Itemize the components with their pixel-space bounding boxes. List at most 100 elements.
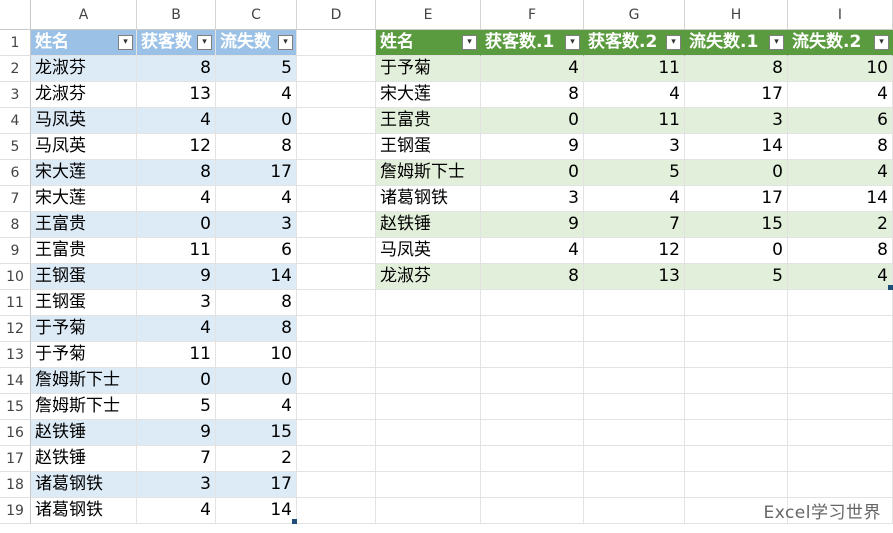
grid-cell[interactable] (481, 342, 584, 368)
table1-data-cell[interactable]: 诸葛钢铁 (31, 498, 137, 524)
table2-data-cell[interactable]: 8 (788, 238, 893, 264)
table1-data-cell[interactable]: 4 (137, 186, 216, 212)
table1-data-cell[interactable]: 宋大莲 (31, 160, 137, 186)
table2-data-cell[interactable]: 王钢蛋 (376, 134, 481, 160)
table2-data-cell[interactable]: 0 (685, 238, 788, 264)
table2-data-cell[interactable]: 11 (584, 108, 685, 134)
column-header-a[interactable]: A (31, 0, 137, 30)
table1-data-cell[interactable]: 4 (137, 108, 216, 134)
column-header-d[interactable]: D (297, 0, 376, 30)
column-header-i[interactable]: I (788, 0, 893, 30)
table1-data-cell[interactable]: 龙淑芬 (31, 56, 137, 82)
row-header-15[interactable]: 15 (0, 394, 31, 420)
dropdown-arrow-icon[interactable]: ▾ (769, 35, 784, 50)
dropdown-arrow-icon[interactable]: ▾ (197, 35, 212, 50)
grid-cell[interactable] (297, 394, 376, 420)
table1-data-cell[interactable]: 11 (137, 342, 216, 368)
grid-cell[interactable] (584, 342, 685, 368)
table1-data-cell[interactable]: 9 (137, 420, 216, 446)
table1-data-cell[interactable]: 9 (137, 264, 216, 290)
grid-cell[interactable] (297, 134, 376, 160)
table1-data-cell[interactable]: 2 (216, 446, 297, 472)
table2-data-cell[interactable]: 15 (685, 212, 788, 238)
grid-cell[interactable] (297, 56, 376, 82)
table1-data-cell[interactable]: 王钢蛋 (31, 290, 137, 316)
grid-cell[interactable] (685, 290, 788, 316)
table2-data-cell[interactable]: 12 (584, 238, 685, 264)
select-all-corner[interactable] (0, 0, 31, 30)
row-header-11[interactable]: 11 (0, 290, 31, 316)
grid-cell[interactable] (584, 316, 685, 342)
table2-data-cell[interactable]: 13 (584, 264, 685, 290)
grid-cell[interactable] (788, 290, 893, 316)
table1-data-cell[interactable]: 王富贵 (31, 238, 137, 264)
table2-data-cell[interactable]: 4 (584, 82, 685, 108)
grid-cell[interactable] (376, 446, 481, 472)
row-header-9[interactable]: 9 (0, 238, 31, 264)
row-header-2[interactable]: 2 (0, 56, 31, 82)
table2-data-cell[interactable]: 9 (481, 212, 584, 238)
dropdown-arrow-icon[interactable]: ▾ (565, 35, 580, 50)
column-header-e[interactable]: E (376, 0, 481, 30)
table1-data-cell[interactable]: 马凤英 (31, 108, 137, 134)
grid-cell[interactable] (584, 368, 685, 394)
grid-cell[interactable] (297, 186, 376, 212)
table2-data-cell[interactable]: 宋大莲 (376, 82, 481, 108)
grid-cell[interactable] (584, 472, 685, 498)
grid-cell[interactable] (297, 212, 376, 238)
grid-cell[interactable] (584, 498, 685, 524)
grid-cell[interactable] (481, 290, 584, 316)
grid-cell[interactable] (685, 420, 788, 446)
table2-data-cell[interactable]: 8 (788, 134, 893, 160)
table2-data-cell[interactable]: 7 (584, 212, 685, 238)
table2-data-cell[interactable]: 14 (685, 134, 788, 160)
table2-data-cell[interactable]: 9 (481, 134, 584, 160)
table2-data-cell[interactable]: 0 (481, 160, 584, 186)
dropdown-arrow-icon[interactable]: ▾ (278, 35, 293, 50)
grid-cell[interactable] (685, 368, 788, 394)
grid-cell[interactable] (297, 368, 376, 394)
table2-data-cell[interactable]: 4 (584, 186, 685, 212)
table1-data-cell[interactable]: 8 (216, 316, 297, 342)
table1-data-cell[interactable]: 4 (216, 82, 297, 108)
table1-data-cell[interactable]: 0 (137, 368, 216, 394)
table2-data-cell[interactable]: 3 (685, 108, 788, 134)
table2-data-cell[interactable]: 14 (788, 186, 893, 212)
row-header-12[interactable]: 12 (0, 316, 31, 342)
grid-cell[interactable] (481, 420, 584, 446)
table1-data-cell[interactable]: 诸葛钢铁 (31, 472, 137, 498)
table1-data-cell[interactable]: 詹姆斯下士 (31, 394, 137, 420)
grid-cell[interactable] (584, 394, 685, 420)
row-header-14[interactable]: 14 (0, 368, 31, 394)
row-header-5[interactable]: 5 (0, 134, 31, 160)
table2-data-cell[interactable]: 4 (788, 82, 893, 108)
grid-cell[interactable] (481, 472, 584, 498)
table1-resize-handle[interactable] (292, 519, 297, 524)
table1-data-cell[interactable]: 11 (137, 238, 216, 264)
table2-data-cell[interactable]: 17 (685, 82, 788, 108)
grid-cell[interactable] (297, 472, 376, 498)
table2-data-cell[interactable]: 马凤英 (376, 238, 481, 264)
table1-data-cell[interactable]: 4 (216, 394, 297, 420)
table2-data-cell[interactable]: 4 (788, 160, 893, 186)
table1-data-cell[interactable]: 于予菊 (31, 316, 137, 342)
table1-data-cell[interactable]: 于予菊 (31, 342, 137, 368)
row-header-17[interactable]: 17 (0, 446, 31, 472)
table1-data-cell[interactable]: 6 (216, 238, 297, 264)
table1-data-cell[interactable]: 5 (216, 56, 297, 82)
grid-cell[interactable] (297, 108, 376, 134)
table1-data-cell[interactable]: 赵铁锤 (31, 420, 137, 446)
grid-cell[interactable] (481, 498, 584, 524)
table1-data-cell[interactable]: 8 (137, 160, 216, 186)
table1-data-cell[interactable]: 3 (137, 472, 216, 498)
table2-data-cell[interactable]: 8 (685, 56, 788, 82)
table2-data-cell[interactable]: 3 (584, 134, 685, 160)
grid-cell[interactable] (297, 264, 376, 290)
table2-data-cell[interactable]: 3 (481, 186, 584, 212)
column-header-f[interactable]: F (481, 0, 584, 30)
table2-data-cell[interactable]: 4 (481, 238, 584, 264)
grid-cell[interactable] (788, 368, 893, 394)
row-header-4[interactable]: 4 (0, 108, 31, 134)
row-header-13[interactable]: 13 (0, 342, 31, 368)
table1-data-cell[interactable]: 5 (137, 394, 216, 420)
